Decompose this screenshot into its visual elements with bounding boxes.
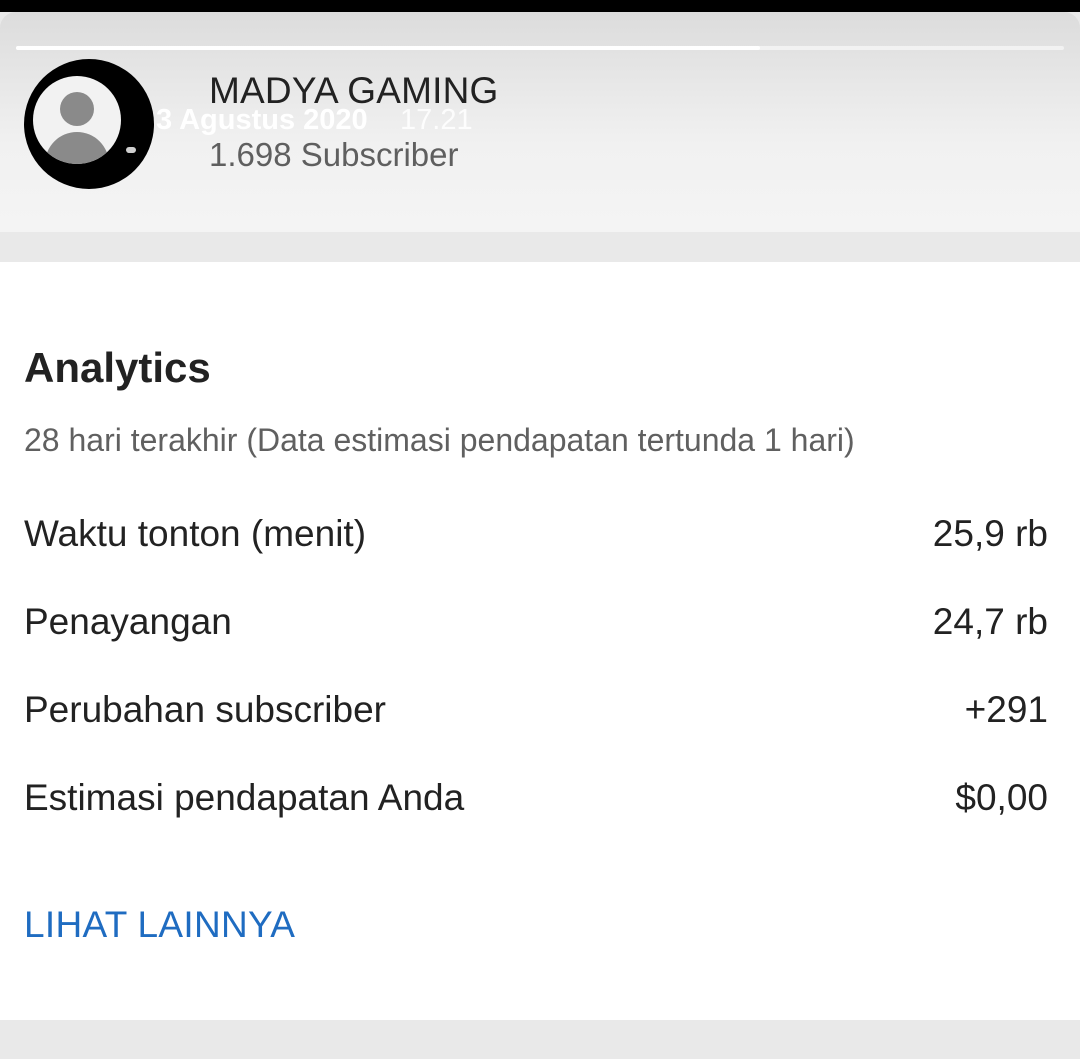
- channel-avatar[interactable]: [24, 59, 154, 189]
- metric-label: Waktu tonton (menit): [24, 513, 367, 554]
- metric-value: 25,9 rb: [932, 513, 1048, 554]
- metric-row-views: Penayangan 24,7 rb: [24, 597, 1048, 647]
- story-progress-fill: [16, 46, 761, 50]
- see-more-link[interactable]: LIHAT LAINNYA: [24, 904, 295, 946]
- story-time: 17.21: [400, 104, 473, 136]
- channel-header: MADYA GAMING 3 Agustus 2020 17.21 1.698 …: [0, 12, 1080, 232]
- story-progress-track: [16, 46, 1064, 50]
- avatar-badge: [126, 147, 136, 153]
- metric-row-estimated-revenue: Estimasi pendapatan Anda $0,00: [24, 773, 1048, 823]
- subscriber-count: 1.698 Subscriber: [209, 136, 459, 173]
- avatar-body-shape: [45, 132, 109, 164]
- status-bar-strip: [0, 0, 1080, 12]
- metric-value: $0,00: [955, 777, 1048, 818]
- analytics-subtitle: 28 hari terakhir (Data estimasi pendapat…: [24, 422, 855, 458]
- metric-label: Estimasi pendapatan Anda: [24, 777, 465, 818]
- analytics-card: Analytics 28 hari terakhir (Data estimas…: [0, 262, 1080, 1020]
- metric-row-subscriber-change: Perubahan subscriber +291: [24, 685, 1048, 735]
- avatar-head-shape: [60, 92, 94, 126]
- metric-label: Perubahan subscriber: [24, 689, 386, 730]
- story-date: 3 Agustus 2020: [156, 104, 368, 136]
- metric-value: +291: [964, 689, 1048, 730]
- metric-row-watch-time: Waktu tonton (menit) 25,9 rb: [24, 509, 1048, 559]
- metric-label: Penayangan: [24, 601, 232, 642]
- analytics-title: Analytics: [24, 344, 211, 391]
- default-user-avatar-icon: [33, 76, 121, 164]
- metric-value: 24,7 rb: [932, 601, 1048, 642]
